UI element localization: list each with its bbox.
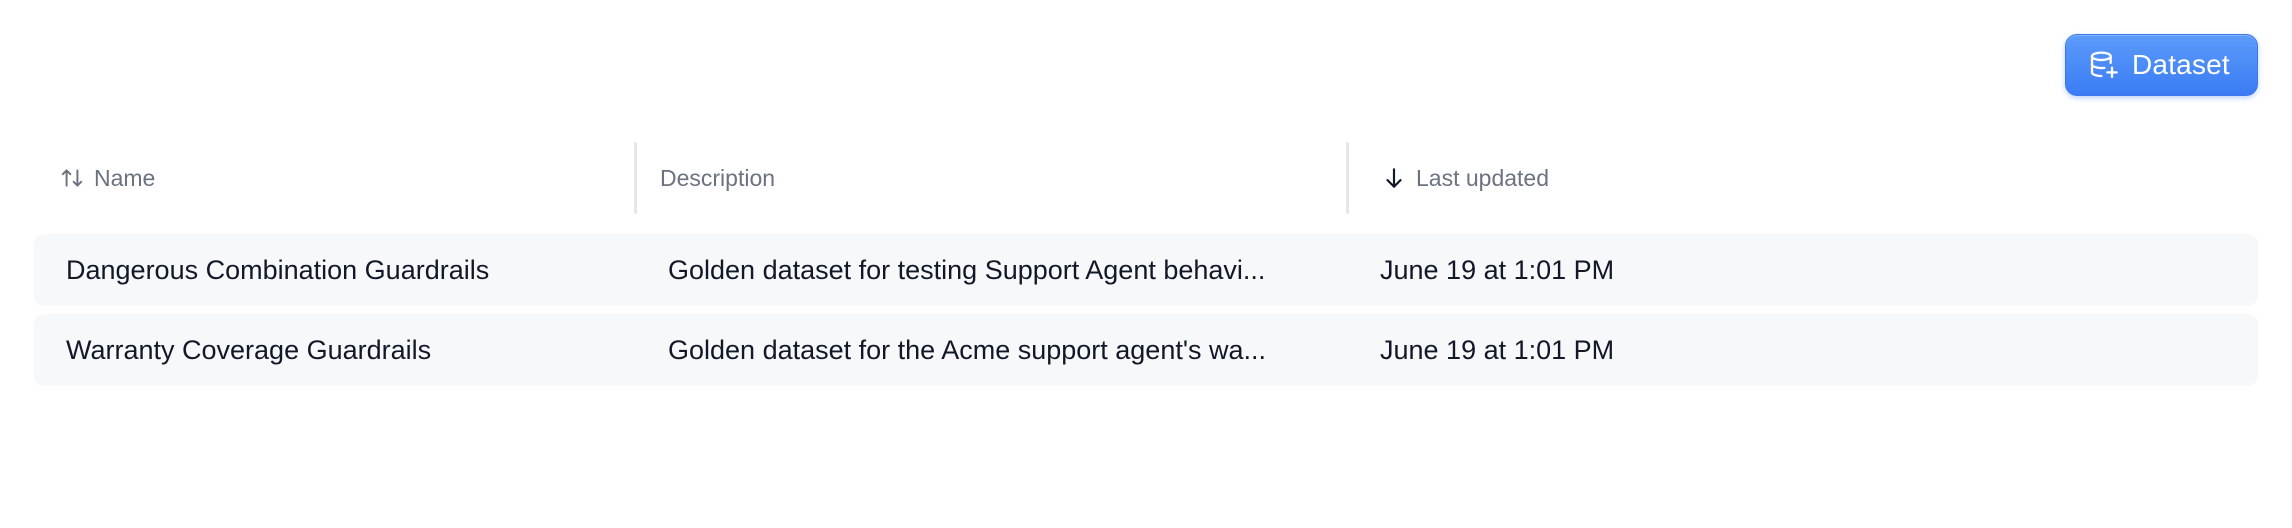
row-description: Golden dataset for the Acme support agen…	[668, 334, 1267, 365]
column-header-description-label: Description	[660, 164, 776, 191]
row-last-updated: June 19 at 1:01 PM	[1380, 254, 1615, 285]
row-description: Golden dataset for testing Support Agent…	[668, 254, 1266, 285]
datasets-page: Dataset Name Description Last updated Da…	[0, 0, 2292, 528]
arrow-down-icon	[1380, 164, 1408, 192]
row-last-updated: June 19 at 1:01 PM	[1380, 334, 1615, 365]
column-header-description[interactable]: Description	[660, 142, 775, 214]
row-name: Dangerous Combination Guardrails	[66, 254, 490, 285]
row-name: Warranty Coverage Guardrails	[66, 334, 432, 365]
database-plus-icon	[2088, 49, 2120, 81]
table-row[interactable]: Warranty Coverage Guardrails Golden data…	[34, 314, 2258, 386]
add-dataset-label: Dataset	[2132, 49, 2230, 80]
column-header-last-updated-label: Last updated	[1416, 164, 1550, 191]
column-header-name[interactable]: Name	[58, 142, 155, 214]
sort-up-down-icon	[58, 164, 86, 192]
column-divider[interactable]	[1346, 142, 1349, 214]
column-header-last-updated[interactable]: Last updated	[1380, 142, 1549, 214]
column-divider[interactable]	[634, 142, 637, 214]
add-dataset-button[interactable]: Dataset	[2065, 34, 2258, 96]
column-header-name-label: Name	[94, 164, 156, 191]
table-header: Name Description Last updated	[34, 142, 2258, 214]
table-row[interactable]: Dangerous Combination Guardrails Golden …	[34, 234, 2258, 306]
